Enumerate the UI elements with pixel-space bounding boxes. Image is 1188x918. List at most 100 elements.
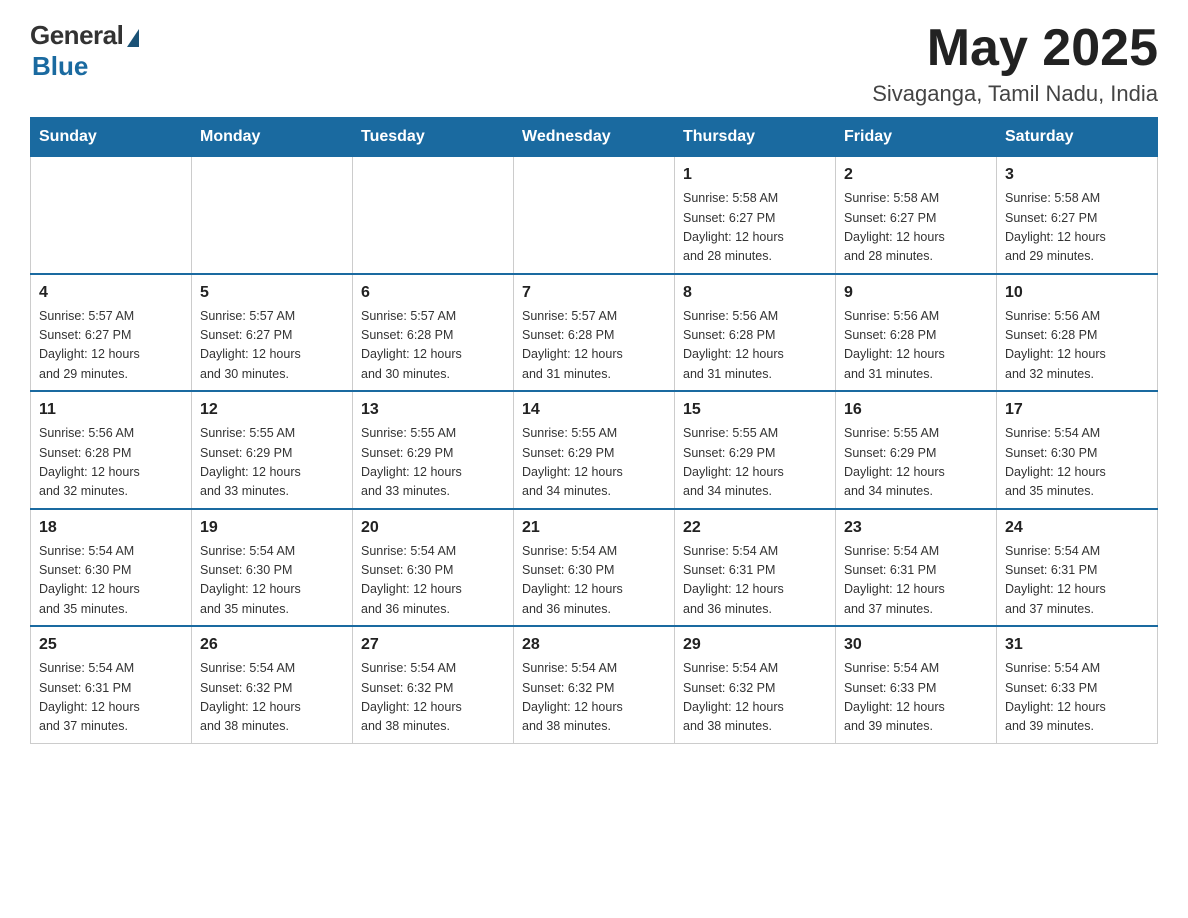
- calendar-header-row: SundayMondayTuesdayWednesdayThursdayFrid…: [31, 118, 1158, 157]
- calendar-day-cell: 26Sunrise: 5:54 AMSunset: 6:32 PMDayligh…: [192, 626, 353, 743]
- title-section: May 2025 Sivaganga, Tamil Nadu, India: [872, 20, 1158, 107]
- calendar-day-cell: 16Sunrise: 5:55 AMSunset: 6:29 PMDayligh…: [836, 391, 997, 509]
- calendar-day-cell: 11Sunrise: 5:56 AMSunset: 6:28 PMDayligh…: [31, 391, 192, 509]
- day-of-week-header: Sunday: [31, 118, 192, 157]
- day-number: 9: [844, 281, 988, 305]
- day-info: Sunrise: 5:57 AMSunset: 6:28 PMDaylight:…: [361, 307, 505, 385]
- day-number: 15: [683, 398, 827, 422]
- calendar-day-cell: 14Sunrise: 5:55 AMSunset: 6:29 PMDayligh…: [514, 391, 675, 509]
- calendar-day-cell: 17Sunrise: 5:54 AMSunset: 6:30 PMDayligh…: [997, 391, 1158, 509]
- day-number: 19: [200, 516, 344, 540]
- calendar-day-cell: 9Sunrise: 5:56 AMSunset: 6:28 PMDaylight…: [836, 274, 997, 392]
- day-info: Sunrise: 5:54 AMSunset: 6:31 PMDaylight:…: [683, 542, 827, 620]
- day-number: 23: [844, 516, 988, 540]
- day-info: Sunrise: 5:56 AMSunset: 6:28 PMDaylight:…: [683, 307, 827, 385]
- day-info: Sunrise: 5:58 AMSunset: 6:27 PMDaylight:…: [1005, 189, 1149, 267]
- day-number: 26: [200, 633, 344, 657]
- calendar-day-cell: 31Sunrise: 5:54 AMSunset: 6:33 PMDayligh…: [997, 626, 1158, 743]
- calendar-day-cell: 30Sunrise: 5:54 AMSunset: 6:33 PMDayligh…: [836, 626, 997, 743]
- day-info: Sunrise: 5:54 AMSunset: 6:30 PMDaylight:…: [361, 542, 505, 620]
- day-number: 21: [522, 516, 666, 540]
- day-number: 5: [200, 281, 344, 305]
- day-number: 8: [683, 281, 827, 305]
- calendar-day-cell: 4Sunrise: 5:57 AMSunset: 6:27 PMDaylight…: [31, 274, 192, 392]
- calendar-day-cell: 6Sunrise: 5:57 AMSunset: 6:28 PMDaylight…: [353, 274, 514, 392]
- day-number: 22: [683, 516, 827, 540]
- calendar-day-cell: 23Sunrise: 5:54 AMSunset: 6:31 PMDayligh…: [836, 509, 997, 627]
- day-number: 30: [844, 633, 988, 657]
- day-info: Sunrise: 5:56 AMSunset: 6:28 PMDaylight:…: [844, 307, 988, 385]
- day-number: 31: [1005, 633, 1149, 657]
- day-info: Sunrise: 5:54 AMSunset: 6:30 PMDaylight:…: [200, 542, 344, 620]
- calendar-day-cell: 2Sunrise: 5:58 AMSunset: 6:27 PMDaylight…: [836, 157, 997, 274]
- day-number: 1: [683, 163, 827, 187]
- logo: General Blue: [30, 20, 139, 82]
- day-info: Sunrise: 5:57 AMSunset: 6:27 PMDaylight:…: [200, 307, 344, 385]
- day-of-week-header: Friday: [836, 118, 997, 157]
- day-info: Sunrise: 5:54 AMSunset: 6:32 PMDaylight:…: [200, 659, 344, 737]
- day-number: 12: [200, 398, 344, 422]
- calendar-day-cell: [353, 157, 514, 274]
- day-number: 2: [844, 163, 988, 187]
- calendar-day-cell: 18Sunrise: 5:54 AMSunset: 6:30 PMDayligh…: [31, 509, 192, 627]
- day-info: Sunrise: 5:58 AMSunset: 6:27 PMDaylight:…: [844, 189, 988, 267]
- day-info: Sunrise: 5:56 AMSunset: 6:28 PMDaylight:…: [39, 424, 183, 502]
- calendar-day-cell: 10Sunrise: 5:56 AMSunset: 6:28 PMDayligh…: [997, 274, 1158, 392]
- day-number: 20: [361, 516, 505, 540]
- calendar-day-cell: 7Sunrise: 5:57 AMSunset: 6:28 PMDaylight…: [514, 274, 675, 392]
- location-subtitle: Sivaganga, Tamil Nadu, India: [872, 81, 1158, 107]
- calendar-week-row: 11Sunrise: 5:56 AMSunset: 6:28 PMDayligh…: [31, 391, 1158, 509]
- logo-blue-text: Blue: [32, 51, 88, 82]
- calendar-week-row: 4Sunrise: 5:57 AMSunset: 6:27 PMDaylight…: [31, 274, 1158, 392]
- day-info: Sunrise: 5:54 AMSunset: 6:30 PMDaylight:…: [1005, 424, 1149, 502]
- day-info: Sunrise: 5:55 AMSunset: 6:29 PMDaylight:…: [200, 424, 344, 502]
- day-info: Sunrise: 5:54 AMSunset: 6:33 PMDaylight:…: [844, 659, 988, 737]
- logo-general-text: General: [30, 20, 123, 51]
- calendar-day-cell: 13Sunrise: 5:55 AMSunset: 6:29 PMDayligh…: [353, 391, 514, 509]
- day-info: Sunrise: 5:54 AMSunset: 6:31 PMDaylight:…: [1005, 542, 1149, 620]
- day-number: 16: [844, 398, 988, 422]
- day-number: 11: [39, 398, 183, 422]
- calendar-week-row: 1 Sunrise: 5:58 AMSunset: 6:27 PMDaylight…: [31, 157, 1158, 274]
- calendar-day-cell: 29Sunrise: 5:54 AMSunset: 6:32 PMDayligh…: [675, 626, 836, 743]
- day-number: 10: [1005, 281, 1149, 305]
- calendar-day-cell: [192, 157, 353, 274]
- calendar-day-cell: 19Sunrise: 5:54 AMSunset: 6:30 PMDayligh…: [192, 509, 353, 627]
- day-of-week-header: Wednesday: [514, 118, 675, 157]
- calendar-day-cell: 3Sunrise: 5:58 AMSunset: 6:27 PMDaylight…: [997, 157, 1158, 274]
- calendar-week-row: 18Sunrise: 5:54 AMSunset: 6:30 PMDayligh…: [31, 509, 1158, 627]
- day-info: Sunrise: 5:55 AMSunset: 6:29 PMDaylight:…: [361, 424, 505, 502]
- calendar-day-cell: 15Sunrise: 5:55 AMSunset: 6:29 PMDayligh…: [675, 391, 836, 509]
- calendar-week-row: 25Sunrise: 5:54 AMSunset: 6:31 PMDayligh…: [31, 626, 1158, 743]
- day-info: Sunrise: 5:54 AMSunset: 6:30 PMDaylight:…: [522, 542, 666, 620]
- day-number: 28: [522, 633, 666, 657]
- calendar-day-cell: 12Sunrise: 5:55 AMSunset: 6:29 PMDayligh…: [192, 391, 353, 509]
- day-number: 25: [39, 633, 183, 657]
- day-number: 3: [1005, 163, 1149, 187]
- day-info: Sunrise: 5:56 AMSunset: 6:28 PMDaylight:…: [1005, 307, 1149, 385]
- calendar-day-cell: 27Sunrise: 5:54 AMSunset: 6:32 PMDayligh…: [353, 626, 514, 743]
- day-number: 4: [39, 281, 183, 305]
- calendar-day-cell: 5Sunrise: 5:57 AMSunset: 6:27 PMDaylight…: [192, 274, 353, 392]
- calendar-table: SundayMondayTuesdayWednesdayThursdayFrid…: [30, 117, 1158, 744]
- day-number: 14: [522, 398, 666, 422]
- day-number: 18: [39, 516, 183, 540]
- day-of-week-header: Tuesday: [353, 118, 514, 157]
- calendar-day-cell: 22Sunrise: 5:54 AMSunset: 6:31 PMDayligh…: [675, 509, 836, 627]
- calendar-day-cell: 28Sunrise: 5:54 AMSunset: 6:32 PMDayligh…: [514, 626, 675, 743]
- day-info: Sunrise: 5:54 AMSunset: 6:31 PMDaylight:…: [39, 659, 183, 737]
- calendar-day-cell: [31, 157, 192, 274]
- month-year-title: May 2025: [872, 20, 1158, 77]
- day-info: Sunrise: 5:54 AMSunset: 6:31 PMDaylight:…: [844, 542, 988, 620]
- calendar-day-cell: 21Sunrise: 5:54 AMSunset: 6:30 PMDayligh…: [514, 509, 675, 627]
- day-number: 24: [1005, 516, 1149, 540]
- day-info: Sunrise: 5:57 AMSunset: 6:27 PMDaylight:…: [39, 307, 183, 385]
- day-info: Sunrise: 5:55 AMSunset: 6:29 PMDaylight:…: [844, 424, 988, 502]
- day-info: Sunrise: 5:54 AMSunset: 6:32 PMDaylight:…: [361, 659, 505, 737]
- day-number: 17: [1005, 398, 1149, 422]
- calendar-day-cell: 1Sunrise: 5:58 AMSunset: 6:27 PMDaylight…: [675, 157, 836, 274]
- calendar-day-cell: 8Sunrise: 5:56 AMSunset: 6:28 PMDaylight…: [675, 274, 836, 392]
- calendar-day-cell: 20Sunrise: 5:54 AMSunset: 6:30 PMDayligh…: [353, 509, 514, 627]
- day-info: Sunrise: 5:54 AMSunset: 6:30 PMDaylight:…: [39, 542, 183, 620]
- day-of-week-header: Monday: [192, 118, 353, 157]
